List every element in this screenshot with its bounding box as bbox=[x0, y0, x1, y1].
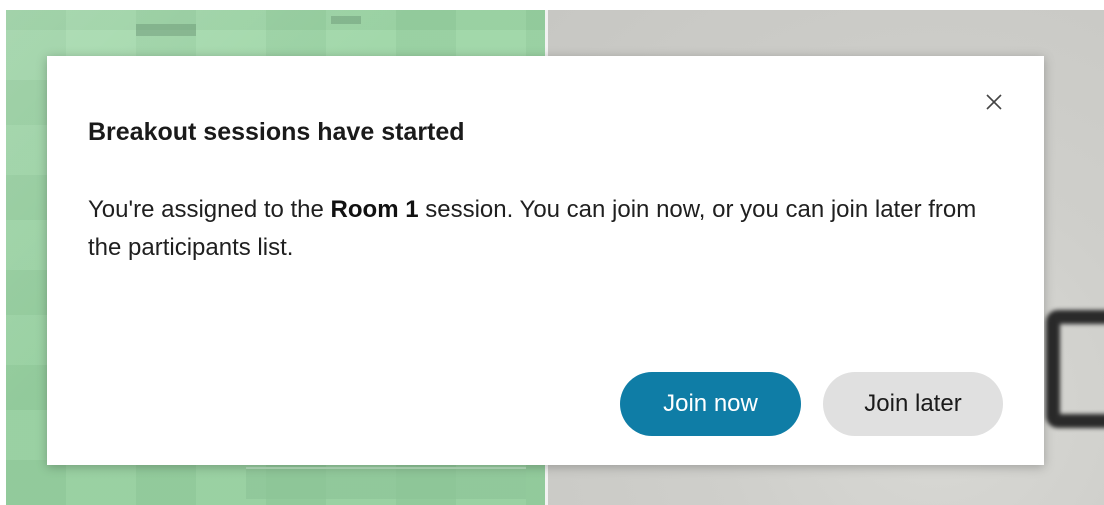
join-now-button[interactable]: Join now bbox=[620, 372, 801, 436]
message-prefix: You're assigned to the bbox=[88, 196, 331, 223]
dialog-title: Breakout sessions have started bbox=[88, 118, 465, 146]
breakout-dialog: Breakout sessions have started You're as… bbox=[47, 56, 1044, 465]
background-detail bbox=[246, 467, 526, 499]
room-name: Room 1 bbox=[330, 196, 419, 223]
close-icon bbox=[986, 94, 1002, 110]
background-detail bbox=[1046, 310, 1104, 428]
background-detail bbox=[136, 24, 196, 36]
background-detail bbox=[331, 16, 361, 24]
dialog-message: You're assigned to the Room 1 session. Y… bbox=[88, 191, 1008, 267]
close-button[interactable] bbox=[982, 90, 1006, 114]
join-later-button[interactable]: Join later bbox=[823, 372, 1003, 436]
